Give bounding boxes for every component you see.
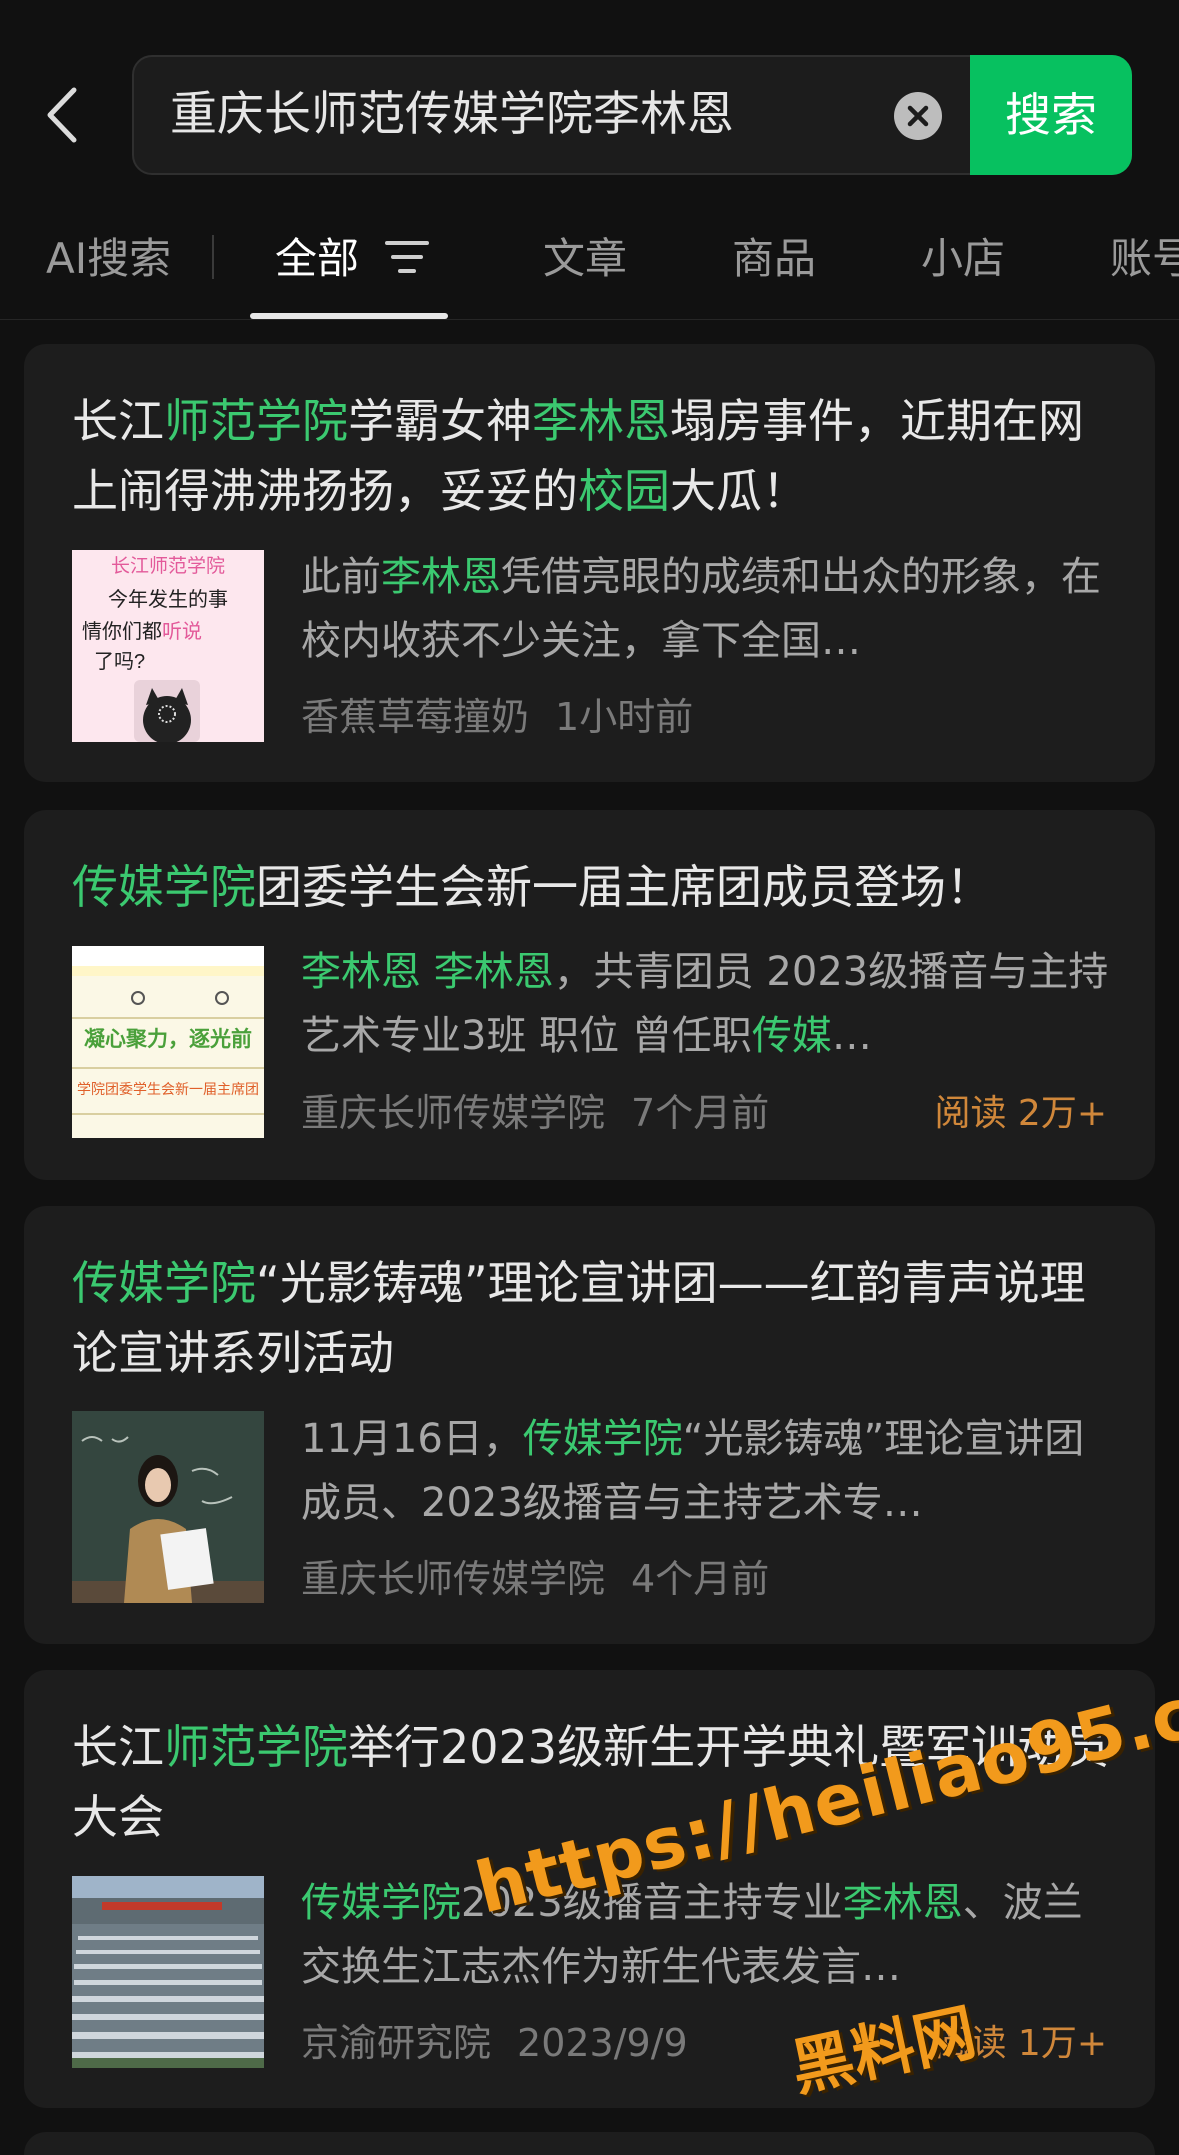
highlighted-keyword: 校园 bbox=[578, 464, 670, 518]
filter-tabs: AI搜索 全部 文章 商品 小店 账号 bbox=[0, 205, 1179, 320]
result-source[interactable]: 重庆长师传媒学院 bbox=[301, 1091, 605, 1135]
result-thumbnail bbox=[72, 1876, 264, 2068]
result-title[interactable]: 传媒学院“光影铸魂”理论宣讲团——红韵青声说理论宣讲系列活动 bbox=[72, 1248, 1112, 1388]
result-source[interactable]: 重庆长师传媒学院 bbox=[301, 1557, 605, 1601]
result-time: 1小时前 bbox=[555, 695, 694, 739]
search-header: 重庆长师范传媒学院李林恩 搜索 bbox=[0, 0, 1179, 175]
thumb-line-1: 长江师范学院 bbox=[111, 555, 225, 577]
text-segment: 长江 bbox=[72, 394, 164, 448]
thumb-line-3b: 听说 bbox=[162, 620, 202, 643]
highlighted-keyword: 师范学院 bbox=[164, 394, 348, 448]
highlighted-keyword: 李林恩 bbox=[301, 949, 421, 995]
result-card[interactable]: 长江师范学院学霸女神李林恩塌房事件，近期在网上闹得沸沸扬扬，妥妥的校园大瓜！ 长… bbox=[24, 344, 1155, 782]
result-title[interactable]: 长江师范学院学霸女神李林恩塌房事件，近期在网上闹得沸沸扬扬，妥妥的校园大瓜！ bbox=[72, 386, 1112, 526]
text-segment: 大瓜！ bbox=[670, 464, 808, 518]
highlighted-keyword: 师范学院 bbox=[164, 1720, 348, 1774]
text-segment: 团委学生会新一届主席团成员登场！ bbox=[256, 860, 992, 914]
result-meta: 香蕉草莓撞奶 1小时前 bbox=[301, 686, 693, 741]
highlighted-keyword: 传媒 bbox=[751, 1013, 832, 1059]
filter-icon[interactable] bbox=[385, 237, 429, 277]
tab-divider bbox=[212, 235, 214, 279]
highlighted-keyword: 传媒学院 bbox=[72, 860, 256, 914]
result-time: 4个月前 bbox=[631, 1557, 770, 1601]
result-title[interactable]: 传媒学院团委学生会新一届主席团成员登场！ bbox=[72, 852, 1112, 922]
search-button[interactable]: 搜索 bbox=[970, 55, 1132, 175]
text-segment bbox=[421, 949, 434, 995]
result-thumbnail: 长江师范学院 今年发生的事 情你们都听说 了吗? bbox=[72, 550, 264, 742]
result-thumbnail: 凝心聚力，逐光前 学院团委学生会新一届主席团 bbox=[72, 946, 264, 1138]
highlighted-keyword: 李林恩 bbox=[381, 554, 501, 600]
thumb-line-3a: 情你们都 bbox=[82, 620, 162, 643]
active-tab-indicator bbox=[250, 313, 448, 319]
search-query[interactable]: 重庆长师范传媒学院李林恩 bbox=[170, 57, 734, 173]
highlighted-keyword: 传媒学院 bbox=[522, 1416, 683, 1462]
result-card[interactable]: 传媒学院团委学生会新一届主席团成员登场！ 凝心聚力，逐光前 学院团委学生会新一届… bbox=[24, 810, 1155, 1180]
highlighted-keyword: 李林恩 bbox=[842, 1880, 963, 1926]
highlighted-keyword: 传媒学院 bbox=[301, 1880, 461, 1926]
svg-text:情你们都听说: 情你们都听说 bbox=[82, 620, 202, 643]
text-segment: 长江 bbox=[72, 1720, 164, 1774]
result-snippet: 此前李林恩凭借亮眼的成绩和出众的形象，在校内收获不少关注，拿下全国… bbox=[301, 545, 1121, 673]
thumb-line-4: 了吗? bbox=[94, 651, 145, 673]
result-meta: 重庆长师传媒学院 7个月前 bbox=[301, 1082, 769, 1137]
text-segment: 11月16日， bbox=[301, 1416, 523, 1462]
result-meta: 京渝研究院 2023/9/9 bbox=[301, 2012, 688, 2067]
read-count: 阅读 2万+ bbox=[934, 1093, 1107, 1134]
text-segment: 学霸女神 bbox=[348, 394, 532, 448]
back-button[interactable] bbox=[40, 80, 90, 150]
result-card[interactable] bbox=[24, 2132, 1155, 2155]
result-snippet: 传媒学院2023级播音主持专业李林恩、波兰交换生江志杰作为新生代表发言… bbox=[301, 1871, 1121, 1999]
result-time: 7个月前 bbox=[631, 1091, 770, 1135]
result-snippet: 11月16日，传媒学院“光影铸魂”理论宣讲团成员、2023级播音与主持艺术专… bbox=[301, 1407, 1121, 1535]
result-source[interactable]: 香蕉草莓撞奶 bbox=[301, 695, 529, 739]
tab-products[interactable]: 商品 bbox=[732, 225, 816, 286]
highlighted-keyword: 李林恩 bbox=[433, 949, 554, 995]
result-time: 2023/9/9 bbox=[517, 2021, 688, 2065]
tab-all[interactable]: 全部 bbox=[275, 225, 359, 286]
chevron-left-icon bbox=[47, 87, 77, 143]
clear-button[interactable] bbox=[894, 92, 942, 140]
tab-shops[interactable]: 小店 bbox=[921, 225, 1005, 286]
result-thumbnail bbox=[72, 1411, 264, 1603]
thumb-line-2: 今年发生的事 bbox=[108, 588, 228, 611]
thumb-line-2: 学院团委学生会新一届主席团 bbox=[77, 1081, 259, 1097]
close-icon bbox=[907, 105, 929, 127]
text-segment: 此前 bbox=[301, 554, 381, 600]
result-meta: 重庆长师传媒学院 4个月前 bbox=[301, 1548, 769, 1603]
result-card[interactable]: 传媒学院“光影铸魂”理论宣讲团——红韵青声说理论宣讲系列活动 11月16日，传媒… bbox=[24, 1206, 1155, 1644]
search-input[interactable]: 重庆长师范传媒学院李林恩 搜索 bbox=[132, 55, 1132, 175]
tab-articles[interactable]: 文章 bbox=[543, 225, 627, 286]
tab-accounts[interactable]: 账号 bbox=[1110, 225, 1179, 286]
tab-ai-search[interactable]: AI搜索 bbox=[46, 225, 171, 286]
thumb-line-1: 凝心聚力，逐光前 bbox=[84, 1027, 252, 1051]
text-segment: … bbox=[831, 1013, 872, 1059]
result-source[interactable]: 京渝研究院 bbox=[301, 2021, 491, 2065]
result-snippet: 李林恩 李林恩，共青团员 2023级播音与主持艺术专业3班 职位 曾任职传媒… bbox=[301, 940, 1121, 1068]
highlighted-keyword: 李林恩 bbox=[532, 394, 670, 448]
highlighted-keyword: 传媒学院 bbox=[72, 1256, 256, 1310]
